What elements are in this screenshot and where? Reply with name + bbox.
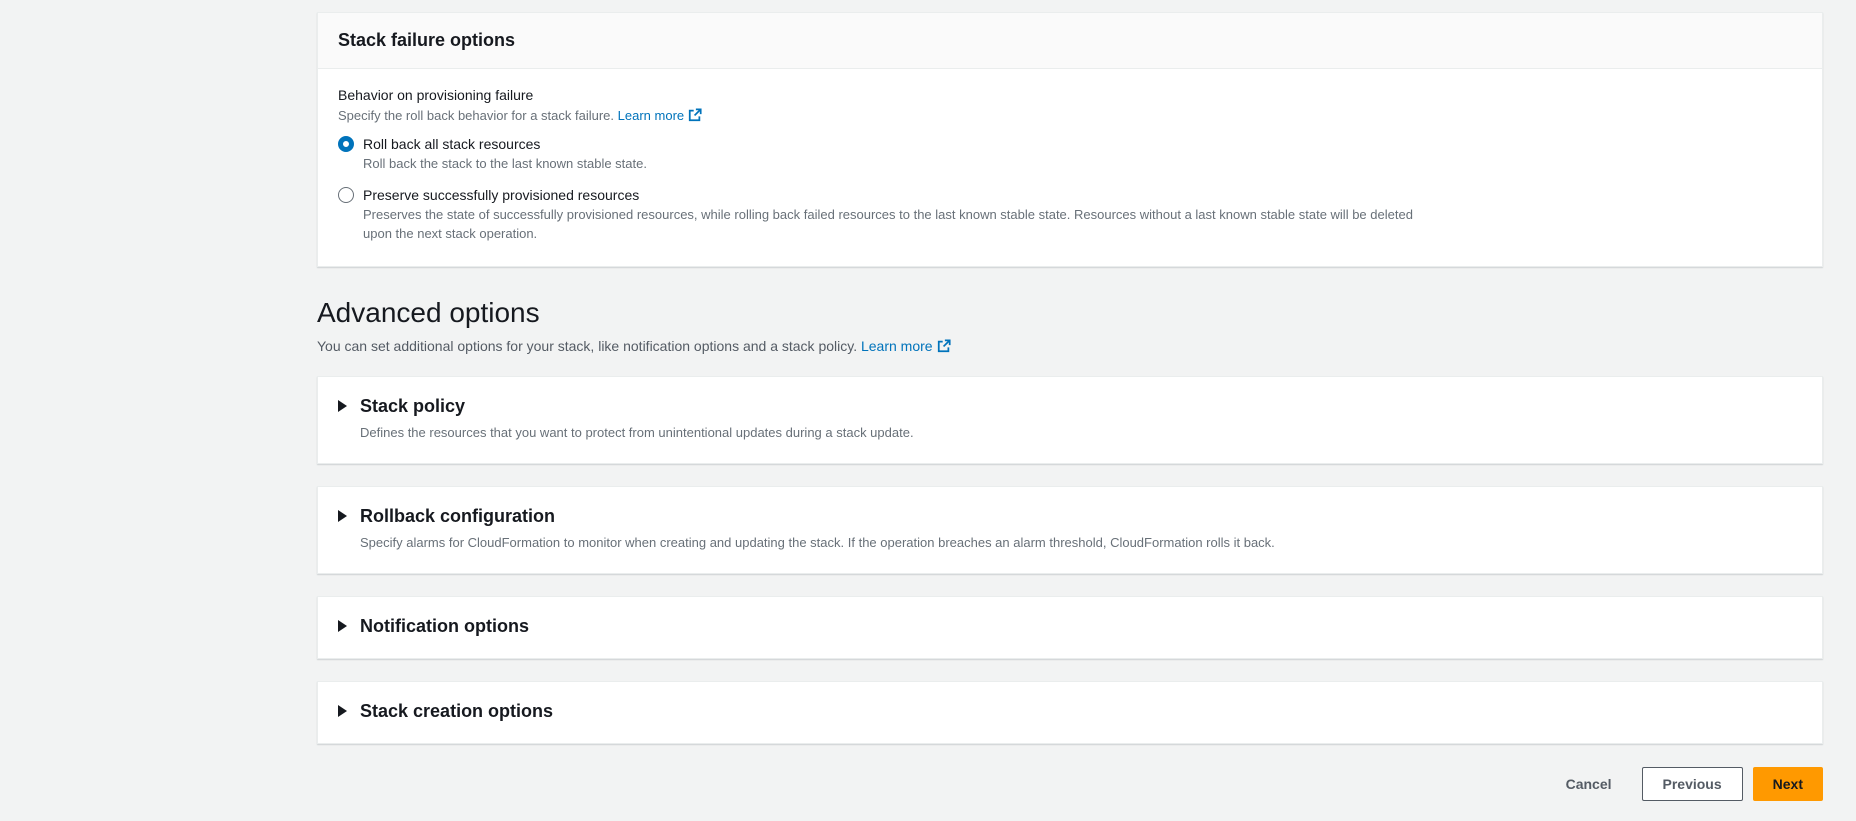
caret-right-icon — [338, 705, 347, 718]
stack-policy-expander[interactable]: Stack policy — [338, 396, 1802, 417]
radio-description: Preserves the state of successfully prov… — [363, 206, 1413, 241]
stack-policy-section: Stack policy Defines the resources that … — [317, 375, 1823, 464]
external-link-icon — [688, 108, 702, 122]
external-link-icon — [937, 338, 951, 353]
next-button[interactable]: Next — [1752, 766, 1823, 801]
caret-right-icon — [338, 510, 347, 523]
learn-more-link[interactable]: Learn more — [861, 338, 951, 354]
radio-icon-unselected[interactable] — [338, 186, 354, 203]
radio-label: Preserve successfully provisioned resour… — [363, 186, 640, 203]
caret-right-icon — [338, 400, 347, 413]
radio-icon-selected[interactable] — [338, 136, 354, 152]
radio-label: Roll back all stack resources — [363, 136, 541, 152]
wizard-actions: Cancel Previous Next — [317, 766, 1823, 821]
section-title: Notification options — [360, 615, 529, 636]
field-label: Behavior on provisioning failure — [338, 87, 534, 103]
wizard-content: Stack failure options Behavior on provis… — [317, 0, 1823, 821]
rollback-configuration-expander[interactable]: Rollback configuration — [338, 506, 1802, 527]
notification-options-expander[interactable]: Notification options — [338, 616, 1802, 637]
section-description: Defines the resources that you want to p… — [360, 424, 914, 440]
section-description: Specify alarms for CloudFormation to mon… — [360, 534, 1275, 550]
radio-option-rollback-all[interactable]: Roll back all stack resources Roll back … — [338, 136, 1802, 174]
caret-right-icon — [338, 620, 347, 633]
stack-failure-options-card: Stack failure options Behavior on provis… — [317, 12, 1823, 267]
rollback-configuration-section: Rollback configuration Specify alarms fo… — [317, 485, 1823, 574]
card-body: Behavior on provisioning failure Specify… — [318, 69, 1822, 266]
radio-description: Roll back the stack to the last known st… — [363, 156, 647, 171]
field-description: Specify the roll back behavior for a sta… — [338, 108, 1802, 123]
card-title: Stack failure options — [338, 30, 516, 50]
section-title: Rollback configuration — [360, 505, 556, 526]
learn-more-link[interactable]: Learn more — [618, 108, 702, 123]
notification-options-section: Notification options — [317, 595, 1823, 659]
section-title: Stack policy — [360, 395, 466, 416]
radio-option-preserve-resources[interactable]: Preserve successfully provisioned resour… — [338, 186, 1802, 244]
section-title: Stack creation options — [360, 700, 554, 721]
card-header: Stack failure options — [318, 13, 1822, 69]
cancel-button[interactable]: Cancel — [1566, 768, 1612, 800]
stack-creation-options-expander[interactable]: Stack creation options — [338, 701, 1802, 722]
advanced-options-heading: Advanced options — [317, 296, 540, 328]
advanced-options-description: You can set additional options for your … — [317, 338, 1823, 354]
previous-button[interactable]: Previous — [1641, 766, 1743, 801]
stack-creation-options-section: Stack creation options — [317, 680, 1823, 744]
